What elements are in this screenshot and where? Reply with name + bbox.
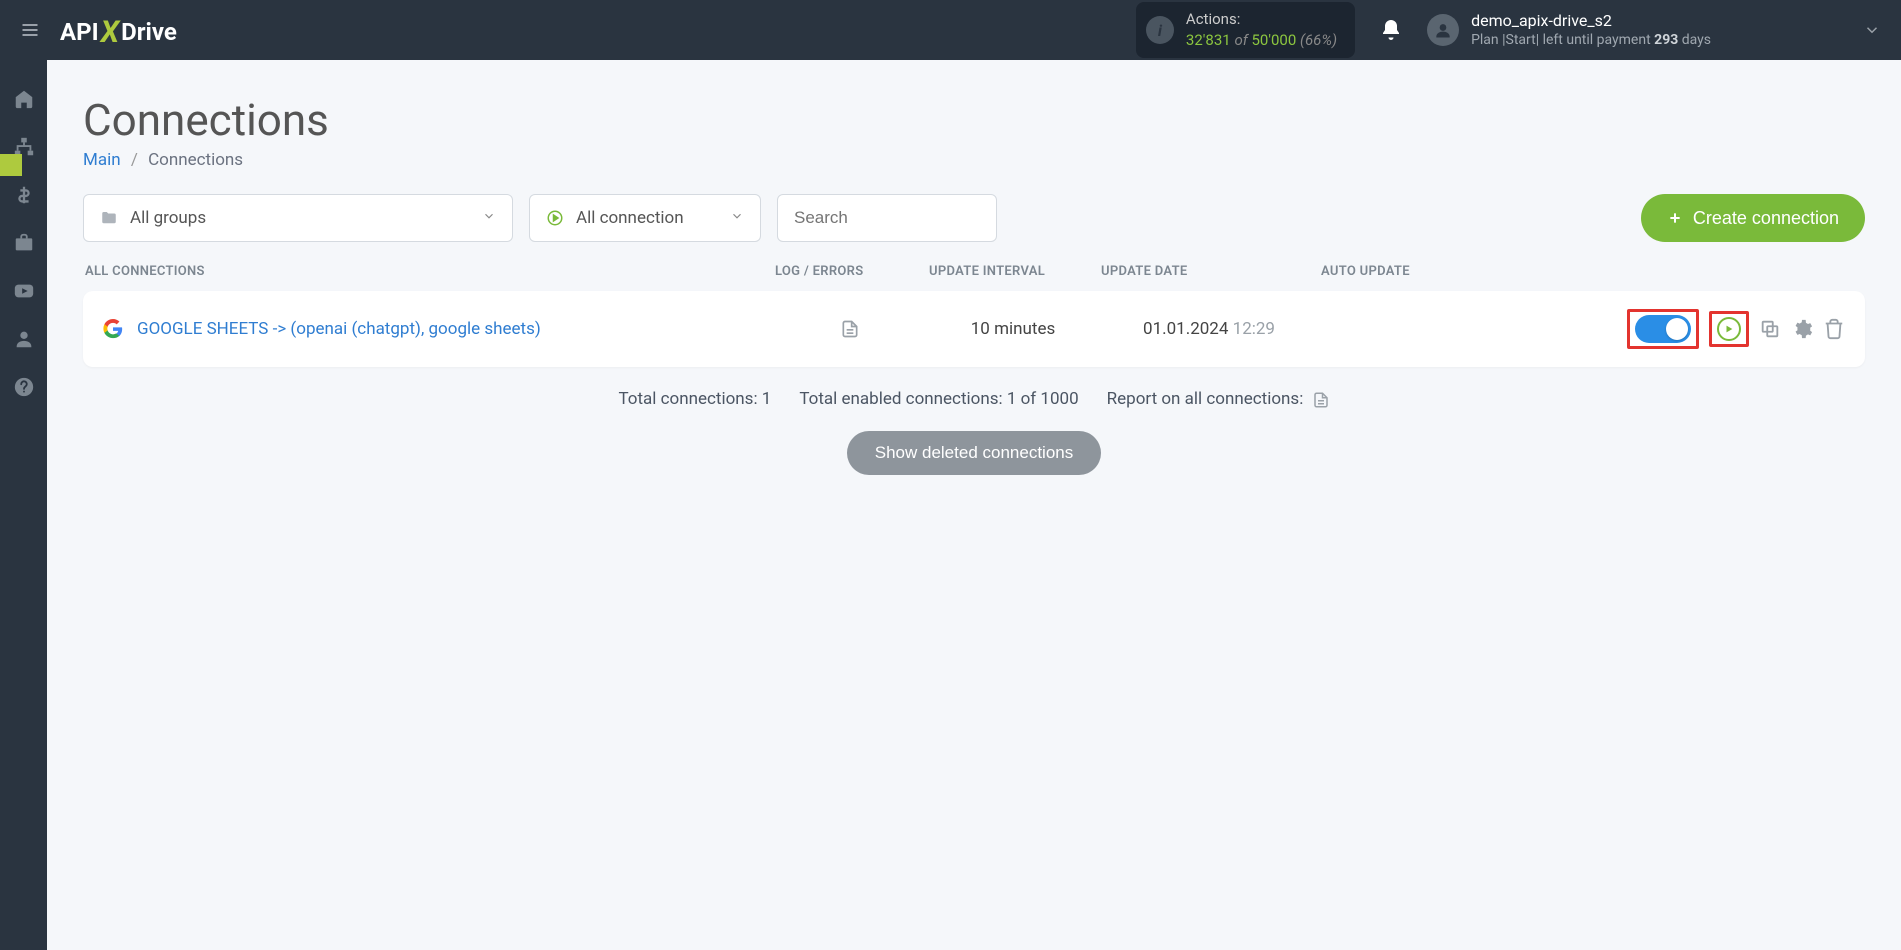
plus-icon xyxy=(1667,210,1683,226)
col-header-auto: AUTO UPDATE xyxy=(1321,264,1863,279)
col-header-name: ALL CONNECTIONS xyxy=(85,264,775,279)
trash-icon[interactable] xyxy=(1823,318,1845,340)
main-content: Connections Main / Connections All group… xyxy=(47,60,1901,509)
home-icon[interactable] xyxy=(13,88,35,110)
create-connection-button[interactable]: Create connection xyxy=(1641,194,1865,242)
briefcase-icon[interactable] xyxy=(13,232,35,254)
page-title: Connections xyxy=(83,94,1865,146)
interval-value: 10 minutes xyxy=(927,319,1099,339)
summary-total: Total connections: 1 xyxy=(618,389,771,409)
update-date: 01.01.2024 12:29 xyxy=(1099,319,1319,339)
actions-label: Actions: xyxy=(1186,10,1337,30)
chevron-down-icon xyxy=(730,208,744,228)
report-file-icon[interactable] xyxy=(1312,391,1330,409)
gear-icon[interactable] xyxy=(1791,318,1813,340)
user-plan: Plan |Start| left until payment 293 days xyxy=(1471,31,1711,49)
hamburger-icon[interactable] xyxy=(20,20,40,40)
user-menu[interactable]: demo_apix-drive_s2 Plan |Start| left unt… xyxy=(1427,11,1881,50)
logo-b: Drive xyxy=(121,18,177,46)
actions-percent: (66%) xyxy=(1300,31,1337,49)
summary-enabled: Total enabled connections: 1 of 1000 xyxy=(799,389,1078,409)
actions-quota: 50'000 xyxy=(1251,31,1296,49)
run-now-button[interactable] xyxy=(1717,317,1741,341)
connection-status-select[interactable]: All connection xyxy=(529,194,761,242)
log-file-icon[interactable] xyxy=(840,319,860,339)
actions-of: of xyxy=(1234,31,1251,49)
summary-report: Report on all connections: xyxy=(1107,389,1330,409)
user-icon[interactable] xyxy=(13,328,35,350)
breadcrumb-current: Connections xyxy=(148,150,243,170)
chevron-down-icon xyxy=(1863,21,1881,39)
play-circle-icon xyxy=(546,209,564,227)
col-header-date: UPDATE DATE xyxy=(1101,264,1321,279)
help-icon[interactable] xyxy=(13,376,35,398)
col-header-interval: UPDATE INTERVAL xyxy=(929,264,1101,279)
highlight-play xyxy=(1709,311,1749,347)
col-header-log: LOG / ERRORS xyxy=(775,264,929,279)
info-icon: i xyxy=(1146,16,1174,44)
sidebar-accent xyxy=(0,154,22,176)
breadcrumb-main[interactable]: Main xyxy=(83,150,121,170)
bell-icon[interactable] xyxy=(1379,18,1403,42)
actions-box[interactable]: i Actions: 32'831 of 50'000 (66%) xyxy=(1136,2,1355,58)
sidebar xyxy=(0,60,47,950)
table-header: ALL CONNECTIONS LOG / ERRORS UPDATE INTE… xyxy=(83,264,1865,291)
dollar-icon[interactable] xyxy=(13,184,35,206)
actions-used: 32'831 xyxy=(1186,31,1231,49)
filters-bar: All groups All connection Create connect… xyxy=(83,194,1865,242)
show-deleted-button[interactable]: Show deleted connections xyxy=(847,431,1101,475)
auto-update-toggle[interactable] xyxy=(1635,315,1691,343)
summary-bar: Total connections: 1 Total enabled conne… xyxy=(83,389,1865,409)
highlight-toggle xyxy=(1627,309,1699,349)
google-icon xyxy=(103,319,123,339)
table-row: GOOGLE SHEETS -> (openai (chatgpt), goog… xyxy=(83,291,1865,367)
search-input[interactable] xyxy=(777,194,997,242)
groups-select[interactable]: All groups xyxy=(83,194,513,242)
copy-icon[interactable] xyxy=(1759,318,1781,340)
connection-status-label: All connection xyxy=(576,208,684,228)
avatar-icon xyxy=(1427,14,1459,46)
youtube-icon[interactable] xyxy=(13,280,35,302)
groups-label: All groups xyxy=(130,208,206,228)
chevron-down-icon xyxy=(482,208,496,228)
breadcrumb: Main / Connections xyxy=(83,150,1865,170)
logo-x: X xyxy=(101,15,119,50)
folder-icon xyxy=(100,209,118,227)
logo-a: API xyxy=(60,18,99,46)
logo[interactable]: APIXDrive xyxy=(60,13,177,48)
header: APIXDrive i Actions: 32'831 of 50'000 (6… xyxy=(0,0,1901,60)
connection-link[interactable]: GOOGLE SHEETS -> (openai (chatgpt), goog… xyxy=(137,319,541,339)
username: demo_apix-drive_s2 xyxy=(1471,11,1711,32)
